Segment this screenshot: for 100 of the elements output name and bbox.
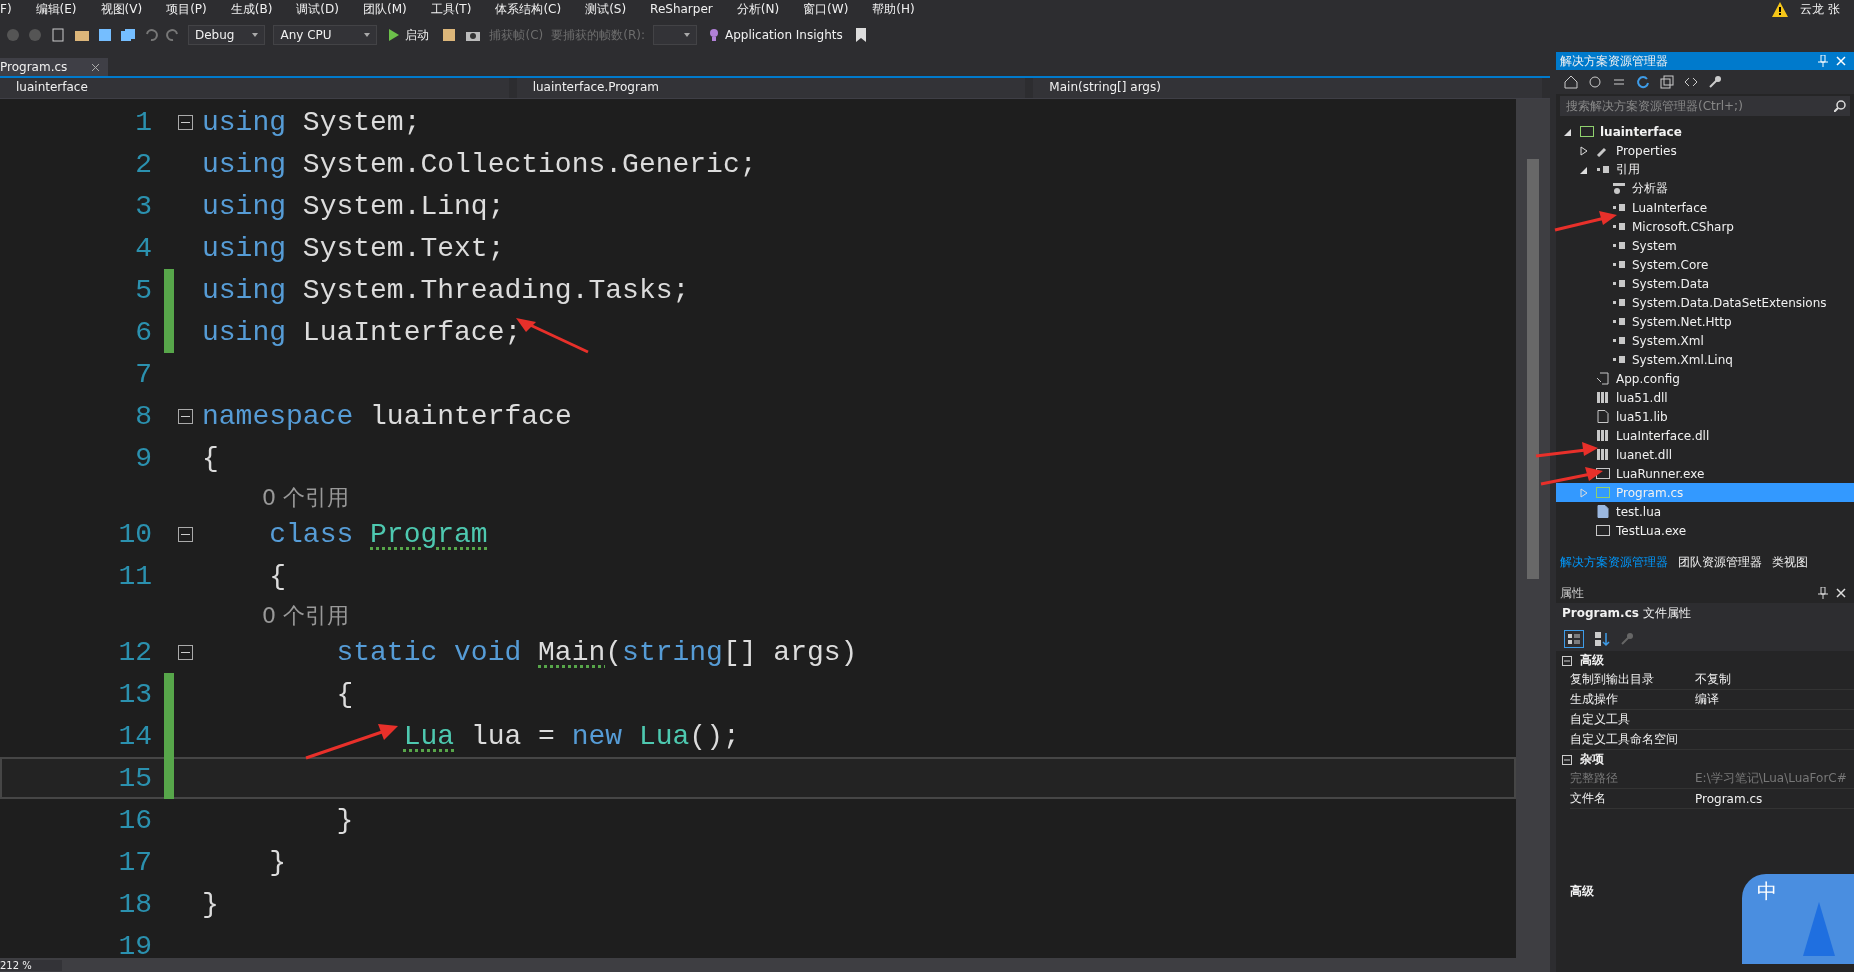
menu-item[interactable]: 工具(T) [418, 0, 484, 18]
collapse-icon[interactable] [178, 644, 193, 660]
menu-item[interactable]: 体系结构(C) [483, 0, 574, 18]
menu-item[interactable]: 分析(N) [724, 0, 792, 18]
menu-item[interactable]: 项目(P) [154, 0, 219, 18]
tree-item[interactable]: Microsoft.CSharp [1556, 217, 1854, 236]
codelens-references[interactable]: 0 个引用 [262, 601, 349, 631]
folder-icon[interactable] [74, 28, 90, 42]
panel-tab[interactable]: 团队资源管理器 [1678, 554, 1762, 571]
tree-item[interactable]: System.Xml.Linq [1556, 350, 1854, 369]
home-icon[interactable] [1564, 75, 1578, 89]
code-token: System.Threading.Tasks; [302, 274, 690, 306]
collapse-icon[interactable] [178, 114, 193, 130]
tree-item[interactable]: test.lua [1556, 502, 1854, 521]
tree-item[interactable]: Properties [1556, 141, 1854, 160]
tree-item[interactable]: App.config [1556, 369, 1854, 388]
document-tab[interactable]: Program.cs [0, 58, 109, 76]
tree-item[interactable]: System.Core [1556, 255, 1854, 274]
code-token: { [336, 678, 354, 710]
sort-alphabetical-icon[interactable] [1594, 631, 1610, 647]
menu-item[interactable]: 帮助(H) [860, 0, 927, 18]
collapse-icon[interactable] [178, 408, 193, 424]
collapse-icon[interactable] [178, 526, 193, 542]
code-token: Lua [403, 720, 455, 752]
code-token: System.Text; [302, 232, 505, 264]
tree-item[interactable]: LuaInterface [1556, 198, 1854, 217]
object-dropdown[interactable]: Program.cs 文件属性 [1556, 603, 1854, 627]
tree-item[interactable]: System.Net.Http [1556, 312, 1854, 331]
tree-item[interactable]: 引用 [1556, 160, 1854, 179]
type-dropdown[interactable]: luainterface.Program [516, 78, 1026, 98]
code-token: lua = [470, 720, 556, 752]
undo-icon[interactable] [144, 28, 158, 42]
menu-item[interactable]: 生成(B) [218, 0, 285, 18]
save-all-icon[interactable] [120, 28, 136, 42]
property-row[interactable]: 生成操作 编译 [1570, 690, 1854, 710]
redo-icon[interactable] [166, 28, 180, 42]
menu-item[interactable]: 团队(M) [350, 0, 419, 18]
property-row[interactable]: 自定义工具 [1570, 710, 1854, 730]
code-token: System; [302, 106, 421, 138]
collapse-all-icon[interactable] [1660, 75, 1674, 89]
collapse-icon[interactable] [1562, 655, 1572, 666]
menu-item[interactable]: 调试(D) [284, 0, 351, 18]
tree-item[interactable]: System [1556, 236, 1854, 255]
code-icon[interactable] [1684, 75, 1698, 89]
codelens-references[interactable]: 0 个引用 [262, 483, 349, 513]
line-number: 5 [134, 274, 152, 306]
code-token: } [202, 888, 219, 920]
search-icon[interactable] [1834, 100, 1846, 112]
tree-item[interactable]: lua51.lib [1556, 407, 1854, 426]
line-number: 17 [117, 846, 152, 878]
warning-icon[interactable] [1772, 1, 1789, 17]
panel-tab[interactable]: 类视图 [1772, 554, 1808, 571]
configuration-dropdown[interactable]: Debug [188, 25, 266, 45]
wrench-icon[interactable] [1708, 75, 1722, 89]
refresh-icon[interactable] [1636, 75, 1650, 89]
tree-item[interactable]: System.Data [1556, 274, 1854, 293]
line-number: 4 [134, 232, 152, 264]
start-button[interactable]: 启动 [385, 26, 434, 44]
collapsed-arrow-icon[interactable] [1580, 145, 1588, 156]
search-field[interactable]: 搜索解决方案资源管理器(Ctrl+;) [1560, 96, 1850, 116]
category-label: 杂项 [1580, 751, 1604, 768]
zoom-dropdown[interactable]: 212 % [0, 959, 62, 971]
code-token: System.Collections.Generic; [302, 148, 757, 180]
user-name[interactable]: 云龙 张 [1800, 0, 1840, 18]
menu-item[interactable]: 窗口(W) [791, 0, 861, 18]
line-number: 16 [117, 804, 152, 836]
line-number: 19 [117, 930, 152, 958]
code-token: } [269, 846, 287, 878]
panel-tab[interactable]: 解决方案资源管理器 [1560, 554, 1668, 571]
menu-item[interactable]: 测试(S) [573, 0, 639, 18]
menu-item[interactable]: ReSharper [638, 2, 725, 16]
platform-dropdown[interactable]: Any CPU [273, 25, 378, 45]
tree-item[interactable]: System.Data.DataSetExtensions [1556, 293, 1854, 312]
tree-item[interactable]: TestLua.exe [1556, 521, 1854, 540]
application-insights-button[interactable]: Application Insights [704, 28, 847, 42]
scrollbar-thumb[interactable] [1527, 159, 1539, 579]
bookmark-icon[interactable] [854, 28, 867, 42]
property-row[interactable]: 自定义工具命名空间 [1570, 730, 1854, 750]
description-title: 高级 [1570, 884, 1594, 898]
code-token: using [202, 232, 286, 264]
property-row[interactable]: 复制到输出目录 不复制 [1570, 670, 1854, 690]
pin-icon[interactable] [1818, 587, 1828, 599]
categorized-icon[interactable] [1564, 630, 1584, 648]
tree-item[interactable]: LuaInterface.dll [1556, 426, 1854, 445]
menu-item[interactable]: F) [0, 2, 24, 16]
menu-item[interactable]: 编辑(E) [23, 0, 89, 18]
line-number: 1 [134, 106, 152, 138]
code-token: new [571, 720, 624, 752]
tree-item[interactable]: System.Xml [1556, 331, 1854, 350]
menu-item[interactable]: 视图(V) [88, 0, 155, 18]
code-token: using [202, 106, 286, 138]
project-dropdown[interactable]: luainterface [0, 78, 509, 98]
collapse-icon[interactable] [1562, 754, 1572, 765]
tree-item[interactable]: luanet.dll [1556, 445, 1854, 464]
property-row[interactable]: 文件名 Program.cs [1570, 789, 1854, 809]
tree-item[interactable]: LuaRunner.exe [1556, 464, 1854, 483]
member-dropdown[interactable]: Main(string[] args) [1033, 78, 1542, 98]
tree-item[interactable]: lua51.dll [1556, 388, 1854, 407]
tree-item[interactable]: 分析器 [1556, 179, 1854, 198]
tree-item[interactable]: luainterface [1556, 122, 1854, 141]
